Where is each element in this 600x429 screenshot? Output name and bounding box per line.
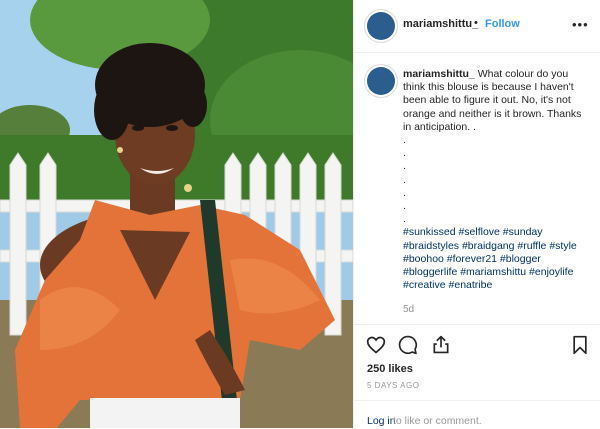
heart-icon[interactable] (366, 335, 386, 360)
like-count[interactable]: 250 likes (367, 363, 413, 375)
caption-age: 5d (403, 304, 415, 315)
username-link[interactable]: mariamshittu_ (403, 18, 478, 30)
more-options-icon[interactable]: ••• (572, 17, 589, 32)
login-bar: Log in to like or comment. (354, 400, 600, 429)
separator-dot: • (474, 17, 478, 29)
caption-username[interactable]: mariamshittu_ (403, 68, 475, 80)
post-side-panel: mariamshittu_ • Follow ••• mariamshittu_… (353, 0, 600, 428)
follow-button[interactable]: Follow (485, 18, 520, 30)
login-prompt-text: to like or comment. (393, 415, 482, 427)
login-link[interactable]: Log in (367, 415, 396, 427)
caption-avatar[interactable] (367, 67, 395, 95)
post-photo[interactable] (0, 0, 353, 428)
instagram-post: mariamshittu_ • Follow ••• mariamshittu_… (0, 0, 600, 428)
bookmark-icon[interactable] (571, 335, 589, 360)
comment-icon[interactable] (398, 335, 418, 360)
caption-hashtags[interactable]: #sunkissed #selflove #sunday #braidstyle… (403, 226, 580, 291)
post-header: mariamshittu_ • Follow ••• (354, 0, 600, 53)
avatar[interactable] (367, 12, 395, 40)
share-icon[interactable] (431, 334, 451, 360)
caption: mariamshittu_ What colour do you think t… (403, 68, 589, 292)
post-timestamp[interactable]: 5 DAYS AGO (367, 381, 419, 390)
photo-illustration (0, 0, 353, 428)
caption-text: What colour do you think this blouse is … (403, 68, 582, 226)
